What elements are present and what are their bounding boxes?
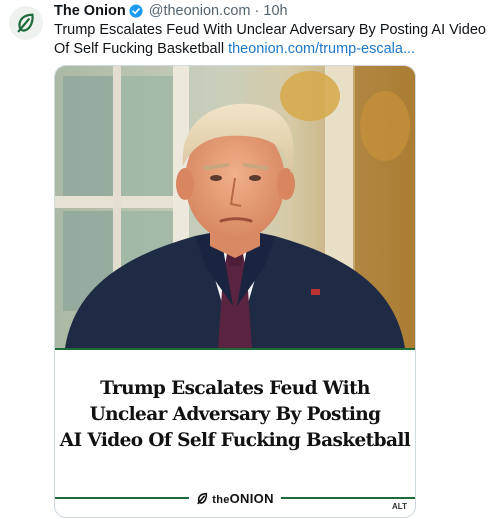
alt-badge[interactable]: ALT: [392, 502, 407, 511]
post-text: Trump Escalates Feud With Unclear Advers…: [54, 21, 494, 59]
link-card[interactable]: Trump Escalates Feud With Unclear Advers…: [54, 65, 416, 518]
onion-leaf-icon: [17, 13, 34, 33]
footer-rule-left: [55, 497, 189, 499]
onion-logo: theONION: [189, 489, 281, 507]
headline-line: AI Video Of Self Fucking Basketball: [59, 430, 411, 451]
author-name[interactable]: The Onion: [54, 3, 126, 19]
logo-wordmark: theONION: [212, 490, 274, 506]
author-handle[interactable]: @theonion.com: [149, 3, 251, 19]
separator-dot: ·: [254, 3, 260, 19]
onion-leaf-icon: [197, 492, 208, 504]
card-headline: Trump Escalates Feud With Unclear Advers…: [55, 376, 415, 454]
headline-line: Trump Escalates Feud With: [100, 378, 370, 399]
footer-rule-right: [281, 497, 415, 499]
post-timestamp[interactable]: 10h: [263, 3, 287, 19]
avatar[interactable]: [9, 6, 43, 40]
headline-line: Unclear Adversary By Posting: [89, 404, 381, 425]
article-photo: [55, 66, 415, 348]
post-link[interactable]: theonion.com/trump-escala...: [228, 41, 415, 57]
card-divider: [55, 348, 415, 350]
